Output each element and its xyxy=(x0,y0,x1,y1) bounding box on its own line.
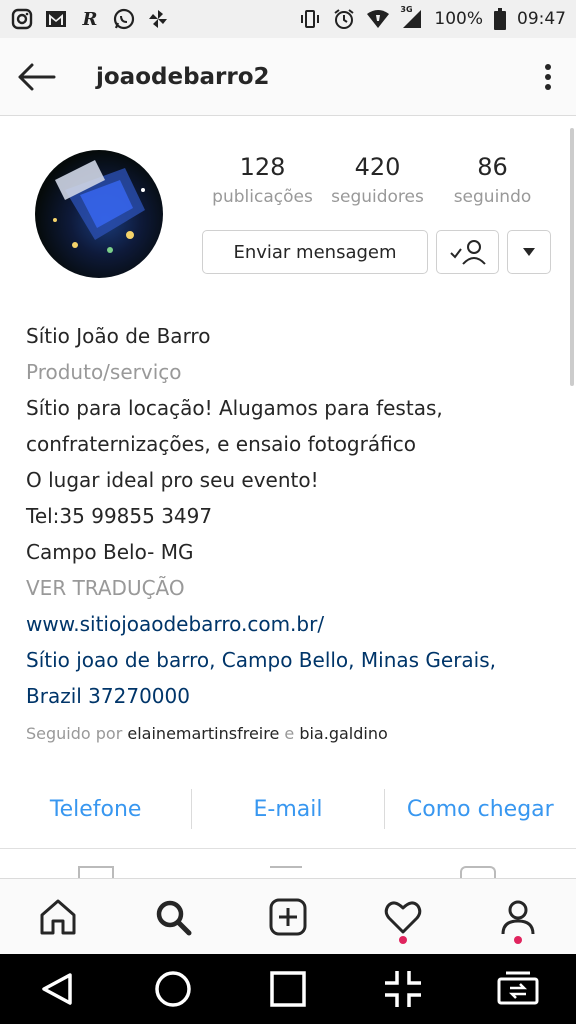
add-post-icon xyxy=(269,898,307,935)
contact-email-button[interactable]: E-mail xyxy=(192,797,383,822)
system-back-button[interactable] xyxy=(28,959,88,1019)
app-bar: joaodebarro2 xyxy=(0,38,576,116)
system-screen-switch-button[interactable] xyxy=(488,959,548,1019)
signal-icon: 3G xyxy=(400,5,424,31)
profile-stats: 128 publicações 420 seguidores 86 seguin… xyxy=(205,150,550,210)
triangle-back-icon xyxy=(41,973,72,1005)
stat-following[interactable]: 86 seguindo xyxy=(435,150,550,210)
profile-bio: Sítio João de Barro Produto/serviço Síti… xyxy=(26,318,556,752)
circle-home-icon xyxy=(155,971,191,1007)
back-button[interactable] xyxy=(0,38,72,116)
bio-phone: Tel:35 99855 3497 xyxy=(26,504,213,528)
stat-following-label: seguindo xyxy=(453,187,532,207)
search-icon xyxy=(156,900,192,935)
alarm-icon xyxy=(332,7,356,31)
collapse-arrows-icon xyxy=(385,971,422,1007)
stat-following-value: 86 xyxy=(477,153,508,181)
address-link-line2[interactable]: Brazil 37270000 xyxy=(26,678,556,714)
vibrate-icon xyxy=(298,7,322,31)
contact-phone-button[interactable]: Telefone xyxy=(0,797,191,822)
bio-text-line: confraternizações, e ensaio fotográfico xyxy=(26,432,416,456)
gmail-icon xyxy=(44,7,68,31)
nav-activity[interactable] xyxy=(363,879,443,955)
tagged-tab-icon[interactable] xyxy=(460,866,496,878)
stat-followers-label: seguidores xyxy=(331,187,424,207)
divider xyxy=(0,848,576,849)
battery-icon xyxy=(493,7,507,31)
status-bar-left: R xyxy=(10,7,170,31)
system-recents-button[interactable] xyxy=(258,959,318,1019)
profile-category: Produto/serviço xyxy=(26,360,182,384)
more-options-button[interactable] xyxy=(520,38,576,116)
stat-posts[interactable]: 128 publicações xyxy=(205,150,320,210)
pinwheel-icon xyxy=(146,7,170,31)
notification-dot xyxy=(514,935,523,944)
nav-home[interactable] xyxy=(18,879,98,955)
contact-directions-button[interactable]: Como chegar xyxy=(385,797,576,822)
notification-dot xyxy=(399,935,408,944)
nav-profile[interactable] xyxy=(478,879,558,955)
bio-text-line: O lugar ideal pro seu evento! xyxy=(26,468,319,492)
avatar-photo xyxy=(53,160,145,253)
system-collapse-button[interactable] xyxy=(373,959,433,1019)
network-type: 3G xyxy=(400,5,413,14)
followed-by-prefix: Seguido por xyxy=(26,724,123,743)
send-message-button[interactable]: Enviar mensagem xyxy=(202,230,428,274)
nav-new-post[interactable] xyxy=(248,879,328,955)
profile-icon xyxy=(501,900,535,934)
switch-screen-icon xyxy=(497,971,539,1005)
followed-by-and: e xyxy=(284,724,295,743)
bio-text-line: Sítio para locação! Alugamos para festas… xyxy=(26,396,443,420)
heart-icon xyxy=(384,901,422,933)
following-check-user-icon xyxy=(449,240,486,265)
scrollbar[interactable] xyxy=(570,128,574,386)
system-home-button[interactable] xyxy=(143,959,203,1019)
stat-posts-value: 128 xyxy=(239,153,286,181)
square-recents-icon xyxy=(270,971,306,1007)
see-translation-link[interactable]: VER TRADUÇÃO xyxy=(26,570,556,606)
avatar[interactable] xyxy=(35,150,163,278)
website-link[interactable]: www.sitiojoaodebarro.com.br/ xyxy=(26,606,556,642)
more-vertical-icon xyxy=(545,63,551,90)
profile-username: joaodebarro2 xyxy=(96,63,270,90)
following-button[interactable] xyxy=(436,230,499,274)
followed-by[interactable]: Seguido por elainemartinsfreire e bia.ga… xyxy=(26,716,556,752)
wifi-icon xyxy=(366,7,390,31)
grid-tab-icon[interactable] xyxy=(78,866,114,878)
stat-followers[interactable]: 420 seguidores xyxy=(320,150,435,210)
bottom-navigation xyxy=(0,878,576,954)
list-tab-icon[interactable] xyxy=(270,866,302,878)
battery-percent: 100% xyxy=(434,9,483,29)
contact-options: Telefone E-mail Como chegar xyxy=(0,784,576,834)
status-bar-right: 3G 100% 09:47 xyxy=(298,5,566,31)
instagram-icon xyxy=(10,7,34,31)
r-app-icon: R xyxy=(82,8,98,30)
nav-search[interactable] xyxy=(133,879,213,955)
home-icon xyxy=(40,899,76,934)
address-link-line1[interactable]: Sítio joao de barro, Campo Bello, Minas … xyxy=(26,642,556,678)
caret-down-icon xyxy=(523,248,535,256)
profile-display-name: Sítio João de Barro xyxy=(26,324,211,348)
whatsapp-icon xyxy=(112,7,136,31)
profile-actions: Enviar mensagem xyxy=(202,230,551,274)
system-navigation-bar xyxy=(0,954,576,1024)
back-arrow-icon xyxy=(18,63,56,90)
suggestions-dropdown-button[interactable] xyxy=(507,230,551,274)
stat-followers-value: 420 xyxy=(354,153,401,181)
bio-location: Campo Belo- MG xyxy=(26,540,194,564)
followed-by-user[interactable]: bia.galdino xyxy=(299,724,387,743)
status-bar: R 3G 100% 09:47 xyxy=(0,0,576,38)
followed-by-user[interactable]: elainemartinsfreire xyxy=(127,724,279,743)
clock: 09:47 xyxy=(517,9,566,29)
stat-posts-label: publicações xyxy=(212,187,313,207)
